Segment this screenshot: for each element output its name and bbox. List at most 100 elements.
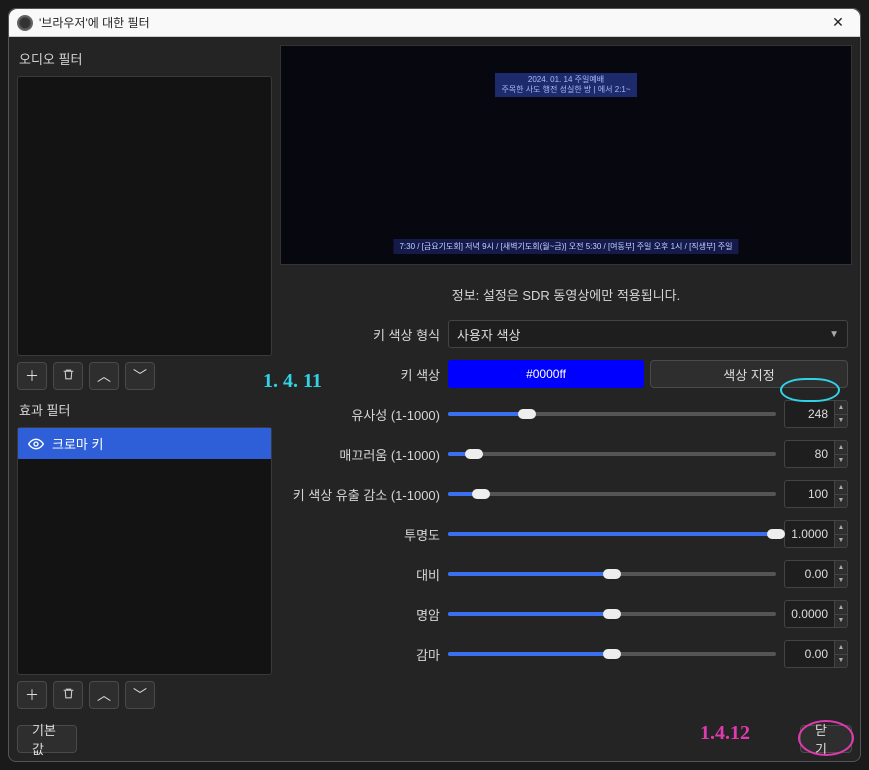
remove-effect-filter-button[interactable] [53, 681, 83, 709]
spin-up-icon[interactable]: ▲ [834, 640, 848, 655]
slider-value: 1.0000 [784, 520, 834, 548]
slider-track[interactable] [448, 444, 776, 464]
window-title: '브라우저'에 대한 필터 [39, 14, 824, 31]
slider-spinbox[interactable]: 100 ▲ ▼ [784, 480, 848, 508]
preview-ticker: 7:30 / [금요기도회] 저녁 9시 / [새벽기도회(월~금)] 오전 5… [393, 239, 738, 254]
slider-spinbox[interactable]: 0.00 ▲ ▼ [784, 640, 848, 668]
banner-line1: 2024. 01. 14 주일예배 [501, 75, 630, 85]
audio-filters-label: 오디오 필터 [17, 45, 272, 70]
spin-down-icon[interactable]: ▼ [834, 615, 848, 629]
slider-spinbox[interactable]: 1.0000 ▲ ▼ [784, 520, 848, 548]
slider-row: 감마 0.00 ▲ ▼ [280, 640, 848, 668]
chevron-down-icon: ﹀ [133, 366, 147, 386]
slider-track[interactable] [448, 564, 776, 584]
key-color-type-select[interactable]: 사용자 색상 ▼ [448, 320, 848, 348]
settings-form: 키 색상 형식 사용자 색상 ▼ 키 색상 #0000ff 색상 지정 유사성 … [280, 320, 852, 680]
slider-label: 투명도 [280, 525, 440, 544]
slider-track[interactable] [448, 644, 776, 664]
move-audio-up-button[interactable]: ︿ [89, 362, 119, 390]
eye-icon [28, 436, 44, 452]
slider-spinbox[interactable]: 80 ▲ ▼ [784, 440, 848, 468]
spin-down-icon[interactable]: ▼ [834, 415, 848, 429]
plus-icon: ＋ [25, 366, 39, 386]
spin-up-icon[interactable]: ▲ [834, 560, 848, 575]
spin-down-icon[interactable]: ▼ [834, 455, 848, 469]
slider-label: 유사성 (1-1000) [280, 405, 440, 424]
titlebar: '브라우저'에 대한 필터 ✕ [9, 9, 860, 37]
key-color-type-label: 키 색상 형식 [280, 325, 440, 344]
slider-label: 명암 [280, 605, 440, 624]
key-color-type-row: 키 색상 형식 사용자 색상 ▼ [280, 320, 848, 348]
chevron-down-icon: ▼ [829, 329, 839, 340]
slider-row: 대비 0.00 ▲ ▼ [280, 560, 848, 588]
filter-item-label: 크로마 키 [52, 434, 103, 453]
info-text: 정보: 설정은 SDR 동영상에만 적용됩니다. [280, 273, 852, 312]
slider-spinbox[interactable]: 0.00 ▲ ▼ [784, 560, 848, 588]
close-button[interactable]: 닫기 [800, 725, 852, 753]
add-effect-filter-button[interactable]: ＋ [17, 681, 47, 709]
move-audio-down-button[interactable]: ﹀ [125, 362, 155, 390]
slider-row: 매끄러움 (1-1000) 80 ▲ ▼ [280, 440, 848, 468]
chevron-down-icon: ﹀ [133, 685, 147, 705]
slider-label: 키 색상 유출 감소 (1-1000) [280, 485, 440, 504]
slider-label: 감마 [280, 645, 440, 664]
trash-icon [62, 687, 75, 703]
slider-label: 매끄러움 (1-1000) [280, 445, 440, 464]
slider-value: 0.00 [784, 640, 834, 668]
slider-value: 248 [784, 400, 834, 428]
spin-up-icon[interactable]: ▲ [834, 520, 848, 535]
slider-row: 유사성 (1-1000) 248 ▲ ▼ [280, 400, 848, 428]
slider-row: 키 색상 유출 감소 (1-1000) 100 ▲ ▼ [280, 480, 848, 508]
filter-dialog: '브라우저'에 대한 필터 ✕ 오디오 필터 ＋ ︿ ﹀ 효과 필터 크로마 키 [8, 8, 861, 762]
pick-color-button[interactable]: 색상 지정 [650, 360, 848, 388]
preview-pane: 2024. 01. 14 주일예배 주목한 사도 행전 성실한 방 | 에서 2… [280, 45, 852, 265]
spin-up-icon[interactable]: ▲ [834, 600, 848, 615]
slider-row: 투명도 1.0000 ▲ ▼ [280, 520, 848, 548]
trash-icon [62, 368, 75, 384]
key-color-label: 키 색상 [280, 365, 440, 384]
spin-up-icon[interactable]: ▲ [834, 400, 848, 415]
defaults-button[interactable]: 기본값 [17, 725, 77, 753]
slider-value: 0.0000 [784, 600, 834, 628]
spin-down-icon[interactable]: ▼ [834, 575, 848, 589]
chevron-up-icon: ︿ [97, 685, 111, 705]
slider-spinbox[interactable]: 0.0000 ▲ ▼ [784, 600, 848, 628]
effect-filters-label: 효과 필터 [17, 396, 272, 421]
slider-track[interactable] [448, 604, 776, 624]
key-color-row: 키 색상 #0000ff 색상 지정 [280, 360, 848, 388]
spin-down-icon[interactable]: ▼ [834, 535, 848, 549]
dialog-footer: 기본값 닫기 [9, 717, 860, 761]
right-column: 2024. 01. 14 주일예배 주목한 사도 행전 성실한 방 | 에서 2… [280, 45, 852, 709]
audio-tool-row: ＋ ︿ ﹀ [17, 362, 272, 390]
move-effect-down-button[interactable]: ﹀ [125, 681, 155, 709]
effect-filter-list[interactable]: 크로마 키 [17, 427, 272, 675]
spin-down-icon[interactable]: ▼ [834, 655, 848, 669]
slider-track[interactable] [448, 404, 776, 424]
slider-track[interactable] [448, 484, 776, 504]
left-column: 오디오 필터 ＋ ︿ ﹀ 효과 필터 크로마 키 ＋ ︿ [17, 45, 272, 709]
banner-line2: 주목한 사도 행전 성실한 방 | 에서 2:1~ [501, 85, 630, 95]
move-effect-up-button[interactable]: ︿ [89, 681, 119, 709]
select-value: 사용자 색상 [457, 325, 520, 344]
slider-value: 80 [784, 440, 834, 468]
app-icon [17, 15, 33, 31]
effect-tool-row: ＋ ︿ ﹀ [17, 681, 272, 709]
color-swatch[interactable]: #0000ff [448, 360, 644, 388]
plus-icon: ＋ [25, 685, 39, 705]
slider-row: 명암 0.0000 ▲ ▼ [280, 600, 848, 628]
remove-audio-filter-button[interactable] [53, 362, 83, 390]
audio-filter-list[interactable] [17, 76, 272, 356]
slider-value: 0.00 [784, 560, 834, 588]
preview-banner: 2024. 01. 14 주일예배 주목한 사도 행전 성실한 방 | 에서 2… [495, 73, 636, 98]
slider-spinbox[interactable]: 248 ▲ ▼ [784, 400, 848, 428]
add-audio-filter-button[interactable]: ＋ [17, 362, 47, 390]
filter-item-chroma-key[interactable]: 크로마 키 [18, 428, 271, 459]
close-icon[interactable]: ✕ [824, 13, 852, 33]
slider-track[interactable] [448, 524, 776, 544]
spin-up-icon[interactable]: ▲ [834, 480, 848, 495]
slider-label: 대비 [280, 565, 440, 584]
slider-value: 100 [784, 480, 834, 508]
spin-down-icon[interactable]: ▼ [834, 495, 848, 509]
spin-up-icon[interactable]: ▲ [834, 440, 848, 455]
chevron-up-icon: ︿ [97, 366, 111, 386]
